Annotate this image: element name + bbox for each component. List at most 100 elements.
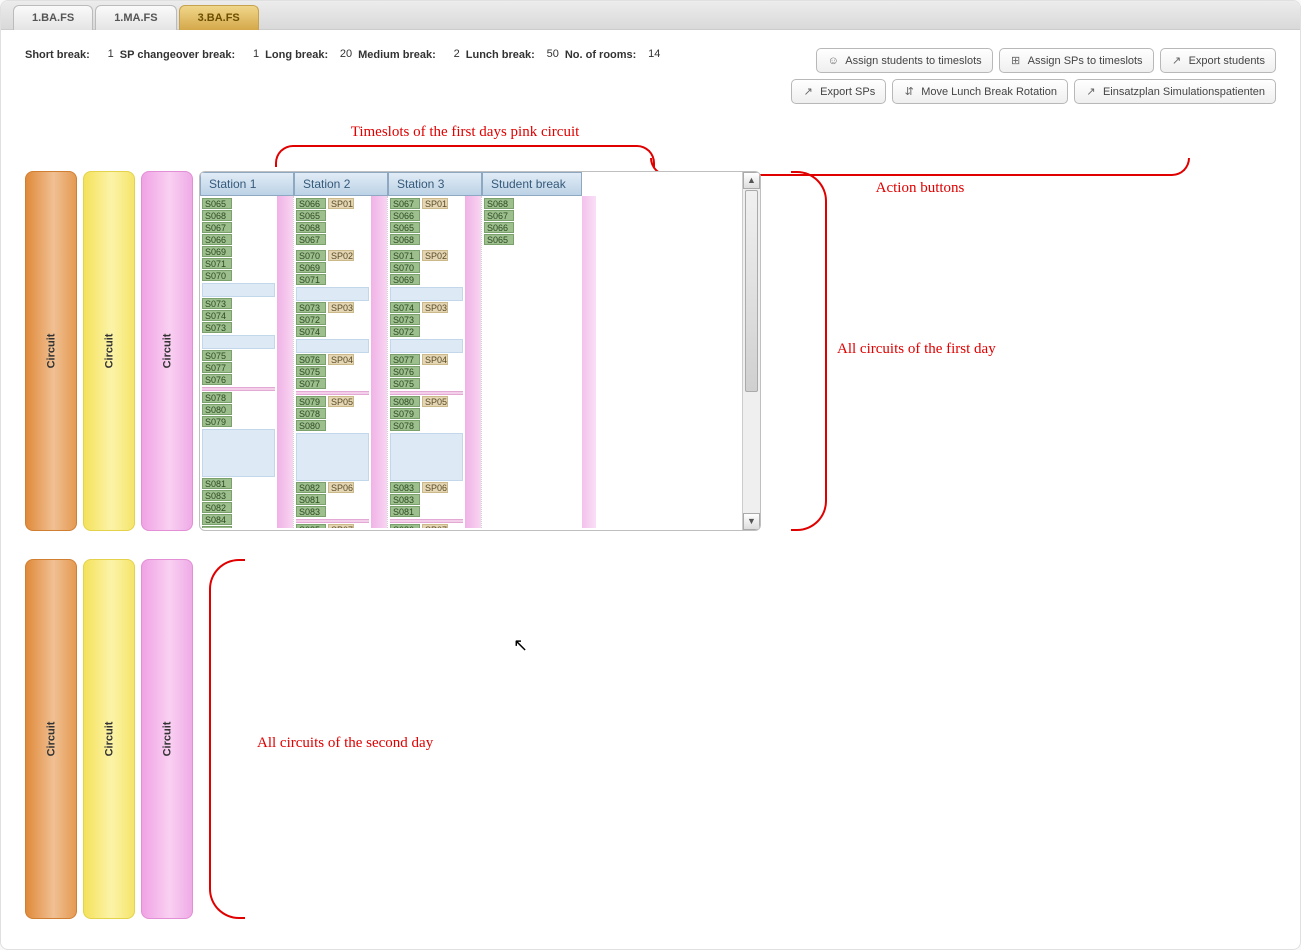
- student-cell[interactable]: S068: [390, 234, 420, 245]
- export-students-button[interactable]: ↗Export students: [1160, 48, 1276, 73]
- student-cell[interactable]: S085: [296, 524, 326, 528]
- col-header-station1[interactable]: Station 1: [200, 172, 294, 196]
- student-cell[interactable]: S066: [390, 210, 420, 221]
- student-cell[interactable]: S066: [484, 222, 514, 233]
- circuit-pink[interactable]: Circuit: [141, 171, 193, 531]
- student-cell[interactable]: S083: [296, 506, 326, 517]
- student-cell[interactable]: S083: [390, 482, 420, 493]
- student-cell[interactable]: S069: [202, 246, 232, 257]
- student-cell[interactable]: S075: [390, 378, 420, 389]
- student-cell[interactable]: S065: [296, 210, 326, 221]
- student-cell[interactable]: S076: [390, 366, 420, 377]
- sp-cell[interactable]: SP01: [422, 198, 448, 209]
- assign-students-button[interactable]: ☺Assign students to timeslots: [816, 48, 992, 73]
- student-cell[interactable]: S074: [202, 310, 232, 321]
- student-cell[interactable]: S071: [390, 250, 420, 261]
- student-cell[interactable]: S067: [484, 210, 514, 221]
- sp-cell[interactable]: SP05: [422, 396, 448, 407]
- student-cell[interactable]: S076: [202, 374, 232, 385]
- student-cell[interactable]: S066: [202, 234, 232, 245]
- tab-3bafs[interactable]: 3.BA.FS: [179, 5, 259, 30]
- student-cell[interactable]: S074: [390, 302, 420, 313]
- student-cell[interactable]: S083: [390, 494, 420, 505]
- student-cell[interactable]: S080: [296, 420, 326, 431]
- student-cell[interactable]: S073: [296, 302, 326, 313]
- student-cell[interactable]: S073: [202, 322, 232, 333]
- col-header-station3[interactable]: Station 3: [388, 172, 482, 196]
- student-cell[interactable]: S071: [202, 258, 232, 269]
- student-cell[interactable]: S082: [296, 482, 326, 493]
- student-cell[interactable]: S081: [202, 478, 232, 489]
- student-cell[interactable]: S072: [390, 326, 420, 337]
- student-cell[interactable]: S068: [296, 222, 326, 233]
- sp-cell[interactable]: SP04: [328, 354, 354, 365]
- student-cell[interactable]: S077: [296, 378, 326, 389]
- student-cell[interactable]: S086: [202, 526, 232, 528]
- assign-sps-button[interactable]: ⊞Assign SPs to timeslots: [999, 48, 1154, 73]
- sp-cell[interactable]: SP04: [422, 354, 448, 365]
- student-cell[interactable]: S075: [202, 350, 232, 361]
- student-cell[interactable]: S069: [296, 262, 326, 273]
- sp-cell[interactable]: SP06: [328, 482, 354, 493]
- sp-cell[interactable]: SP06: [422, 482, 448, 493]
- scroll-down-icon[interactable]: ▼: [743, 513, 760, 530]
- student-cell[interactable]: S072: [296, 314, 326, 325]
- student-cell[interactable]: S079: [202, 416, 232, 427]
- student-cell[interactable]: S086: [390, 524, 420, 528]
- tab-1bafs[interactable]: 1.BA.FS: [13, 5, 93, 30]
- scroll-up-icon[interactable]: ▲: [743, 172, 760, 189]
- sp-cell[interactable]: SP02: [422, 250, 448, 261]
- panel-scroll-area[interactable]: Station 1 Station 2 Station 3 Student br…: [200, 172, 742, 530]
- student-cell[interactable]: S084: [202, 514, 232, 525]
- sp-cell[interactable]: SP03: [422, 302, 448, 313]
- student-cell[interactable]: S067: [390, 198, 420, 209]
- student-cell[interactable]: S067: [296, 234, 326, 245]
- student-cell[interactable]: S075: [296, 366, 326, 377]
- student-cell[interactable]: S065: [484, 234, 514, 245]
- student-cell[interactable]: S070: [296, 250, 326, 261]
- sp-cell[interactable]: SP01: [328, 198, 354, 209]
- student-cell[interactable]: S081: [390, 506, 420, 517]
- col-header-station2[interactable]: Station 2: [294, 172, 388, 196]
- circuit-yellow[interactable]: Circuit: [83, 559, 135, 919]
- student-cell[interactable]: S069: [390, 274, 420, 285]
- student-cell[interactable]: S068: [484, 198, 514, 209]
- student-cell[interactable]: S078: [202, 392, 232, 403]
- student-cell[interactable]: S079: [390, 408, 420, 419]
- student-cell[interactable]: S078: [296, 408, 326, 419]
- student-cell[interactable]: S078: [390, 420, 420, 431]
- student-cell[interactable]: S079: [296, 396, 326, 407]
- circuit-pink[interactable]: Circuit: [141, 559, 193, 919]
- einsatzplan-button[interactable]: ↗Einsatzplan Simulationspatienten: [1074, 79, 1276, 104]
- student-cell[interactable]: S065: [390, 222, 420, 233]
- tab-1mafs[interactable]: 1.MA.FS: [95, 5, 176, 30]
- student-cell[interactable]: S073: [390, 314, 420, 325]
- student-cell[interactable]: S071: [296, 274, 326, 285]
- circuit-orange[interactable]: Circuit: [25, 171, 77, 531]
- scroll-thumb[interactable]: [745, 190, 758, 392]
- col-header-break[interactable]: Student break: [482, 172, 582, 196]
- student-cell[interactable]: S068: [202, 210, 232, 221]
- student-cell[interactable]: S077: [390, 354, 420, 365]
- sp-cell[interactable]: SP07: [422, 524, 448, 528]
- move-lunch-button[interactable]: ⇵Move Lunch Break Rotation: [892, 79, 1068, 104]
- student-cell[interactable]: S067: [202, 222, 232, 233]
- student-cell[interactable]: S081: [296, 494, 326, 505]
- sp-cell[interactable]: SP07: [328, 524, 354, 528]
- export-sps-button[interactable]: ↗Export SPs: [791, 79, 886, 104]
- student-cell[interactable]: S077: [202, 362, 232, 373]
- student-cell[interactable]: S083: [202, 490, 232, 501]
- student-cell[interactable]: S082: [202, 502, 232, 513]
- student-cell[interactable]: S065: [202, 198, 232, 209]
- sp-cell[interactable]: SP03: [328, 302, 354, 313]
- student-cell[interactable]: S076: [296, 354, 326, 365]
- student-cell[interactable]: S080: [390, 396, 420, 407]
- sp-cell[interactable]: SP05: [328, 396, 354, 407]
- vertical-scrollbar[interactable]: ▲ ▼: [742, 172, 760, 530]
- student-cell[interactable]: S070: [202, 270, 232, 281]
- student-cell[interactable]: S080: [202, 404, 232, 415]
- sp-cell[interactable]: SP02: [328, 250, 354, 261]
- student-cell[interactable]: S070: [390, 262, 420, 273]
- student-cell[interactable]: S074: [296, 326, 326, 337]
- student-cell[interactable]: S073: [202, 298, 232, 309]
